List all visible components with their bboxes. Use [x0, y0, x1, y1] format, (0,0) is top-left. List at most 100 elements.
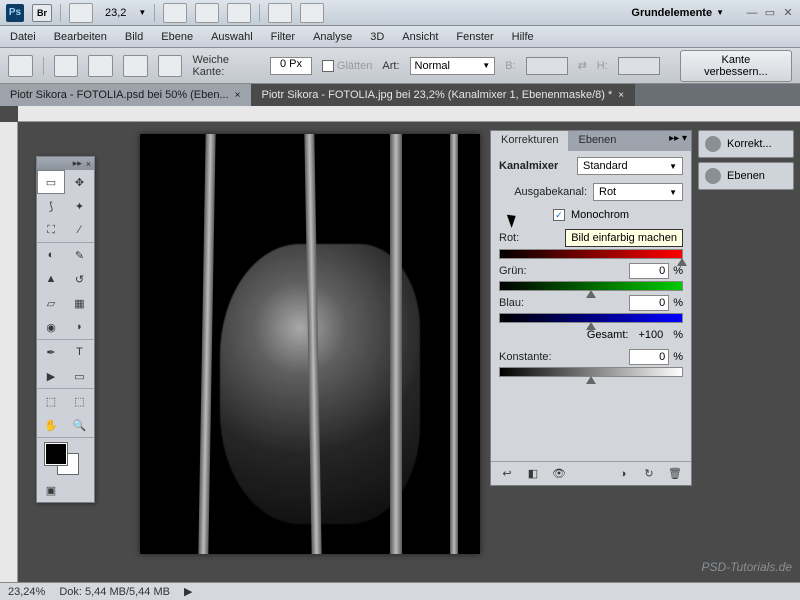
toolbox-close-icon[interactable]: × [86, 159, 91, 169]
canvas-image [140, 134, 480, 554]
eyedropper-tool[interactable]: ⁄ [66, 218, 94, 242]
menu-fenster[interactable]: Fenster [456, 31, 493, 43]
blue-slider[interactable] [499, 313, 683, 323]
menu-ebene[interactable]: Ebene [161, 31, 193, 43]
watermark: PSD-Tutorials.de [702, 560, 792, 574]
screen-mode-button[interactable] [300, 3, 324, 23]
soft-edge-input[interactable]: 0 Px [270, 57, 312, 75]
type-tool[interactable]: T [66, 340, 94, 364]
current-tool-icon[interactable] [8, 55, 33, 77]
stamp-tool[interactable]: ▲ [37, 267, 65, 291]
new-selection-icon[interactable] [54, 55, 79, 77]
red-slider[interactable] [499, 249, 683, 259]
arrange-docs-button[interactable] [268, 3, 292, 23]
workspace-label: Grundelemente [631, 7, 712, 19]
menu-ansicht[interactable]: Ansicht [402, 31, 438, 43]
color-swatches[interactable] [37, 438, 94, 478]
konstante-input[interactable] [629, 349, 669, 365]
side-korrekturen[interactable]: Korrekt... [698, 130, 794, 158]
status-arrow-icon[interactable]: ▶ [184, 585, 192, 598]
width-label: B: [505, 60, 515, 72]
konstante-label: Konstante: [499, 351, 552, 363]
menu-analyse[interactable]: Analyse [313, 31, 352, 43]
green-input[interactable] [629, 263, 669, 279]
fg-color-swatch[interactable] [45, 443, 67, 465]
menu-bild[interactable]: Bild [125, 31, 143, 43]
zoom-tool[interactable]: 🔍 [66, 413, 94, 437]
prev-state-icon[interactable]: ◑ [615, 466, 631, 482]
blur-tool[interactable]: ◉ [37, 315, 65, 339]
ruler-vertical[interactable] [0, 122, 18, 582]
options-bar: Weiche Kante: 0 Px Glätten Art: Normal▼ … [0, 48, 800, 84]
tab-ebenen[interactable]: Ebenen [568, 131, 626, 151]
visibility-icon[interactable]: 👁 [551, 466, 567, 482]
add-selection-icon[interactable] [88, 55, 113, 77]
bridge-button[interactable]: Br [32, 4, 52, 22]
3d-camera-tool[interactable]: ⬚ [66, 389, 94, 413]
canvas[interactable] [140, 134, 480, 554]
doc-tab-label: Piotr Sikora - FOTOLIA.psd bei 50% (Eben… [10, 89, 229, 101]
menu-filter[interactable]: Filter [271, 31, 295, 43]
menu-3d[interactable]: 3D [370, 31, 384, 43]
refine-edge-button[interactable]: Kante verbessern... [680, 50, 792, 82]
pen-tool[interactable]: ✒ [37, 340, 65, 364]
ruler-horizontal[interactable] [18, 106, 800, 122]
history-brush-tool[interactable]: ↺ [66, 267, 94, 291]
trash-icon[interactable]: 🗑 [667, 466, 683, 482]
clip-layer-icon[interactable]: ◧ [525, 466, 541, 482]
dodge-tool[interactable]: ◗ [66, 315, 94, 339]
close-tab-icon[interactable]: × [235, 90, 241, 101]
intersect-selection-icon[interactable] [158, 55, 183, 77]
hand-tool-icon[interactable] [163, 3, 187, 23]
tab-korrekturen[interactable]: Korrekturen [491, 131, 568, 151]
width-input [526, 57, 568, 75]
close-tab-icon[interactable]: × [618, 90, 624, 101]
doc-tab-inactive[interactable]: Piotr Sikora - FOTOLIA.psd bei 50% (Eben… [0, 84, 252, 106]
konstante-slider[interactable] [499, 367, 683, 377]
workspace-selector[interactable]: Grundelemente▼ [625, 5, 730, 21]
lasso-tool[interactable]: ⟆ [37, 194, 65, 218]
brush-tool[interactable]: ✎ [66, 243, 94, 267]
move-tool[interactable]: ✥ [66, 170, 94, 194]
blue-input[interactable] [629, 295, 669, 311]
panel-collapse-icon[interactable]: ▸▸ ▾ [665, 131, 691, 151]
zoom-tool-icon[interactable] [195, 3, 219, 23]
doc-tab-active[interactable]: Piotr Sikora - FOTOLIA.jpg bei 23,2% (Ka… [252, 84, 636, 106]
red-label: Rot: [499, 232, 519, 244]
rotate-view-icon[interactable] [227, 3, 251, 23]
preset-select[interactable]: Standard▼ [577, 157, 683, 175]
3d-tool[interactable]: ⬚ [37, 389, 65, 413]
style-select[interactable]: Normal▼ [410, 57, 496, 75]
antialias-checkbox[interactable] [322, 60, 334, 72]
menu-bearbeiten[interactable]: Bearbeiten [54, 31, 107, 43]
layers-icon [705, 168, 721, 184]
marquee-tool[interactable]: ▭ [37, 170, 65, 194]
heal-tool[interactable]: ◐ [37, 243, 65, 267]
menu-auswahl[interactable]: Auswahl [211, 31, 253, 43]
return-arrow-icon[interactable]: ↩ [499, 466, 515, 482]
green-slider[interactable] [499, 281, 683, 291]
gradient-tool[interactable]: ▦ [66, 291, 94, 315]
hand-tool[interactable]: ✋ [37, 413, 65, 437]
subtract-selection-icon[interactable] [123, 55, 148, 77]
crop-tool[interactable]: ⛶ [37, 218, 65, 242]
wand-tool[interactable]: ✦ [66, 194, 94, 218]
status-zoom[interactable]: 23,24% [8, 586, 45, 598]
path-select-tool[interactable]: ▶ [37, 364, 65, 388]
menu-datei[interactable]: Datei [10, 31, 36, 43]
monochrome-checkbox[interactable]: ✓ [553, 209, 565, 221]
eraser-tool[interactable]: ▱ [37, 291, 65, 315]
reset-icon[interactable]: ↻ [641, 466, 657, 482]
view-extras-button[interactable] [69, 3, 93, 23]
output-channel-select[interactable]: Rot▼ [593, 183, 683, 201]
side-ebenen[interactable]: Ebenen [698, 162, 794, 190]
toolbox-collapse-icon[interactable]: ▸▸ [73, 158, 82, 169]
menu-hilfe[interactable]: Hilfe [512, 31, 534, 43]
shape-tool[interactable]: ▭ [66, 364, 94, 388]
minimize-icon[interactable]: — [746, 7, 758, 19]
status-doc[interactable]: Dok: 5,44 MB/5,44 MB [59, 586, 170, 598]
quickmask-button[interactable]: ▣ [37, 478, 65, 502]
close-icon[interactable]: ✕ [782, 7, 794, 19]
zoom-value[interactable]: 23,2 [101, 7, 130, 19]
maximize-icon[interactable]: ▭ [764, 7, 776, 19]
